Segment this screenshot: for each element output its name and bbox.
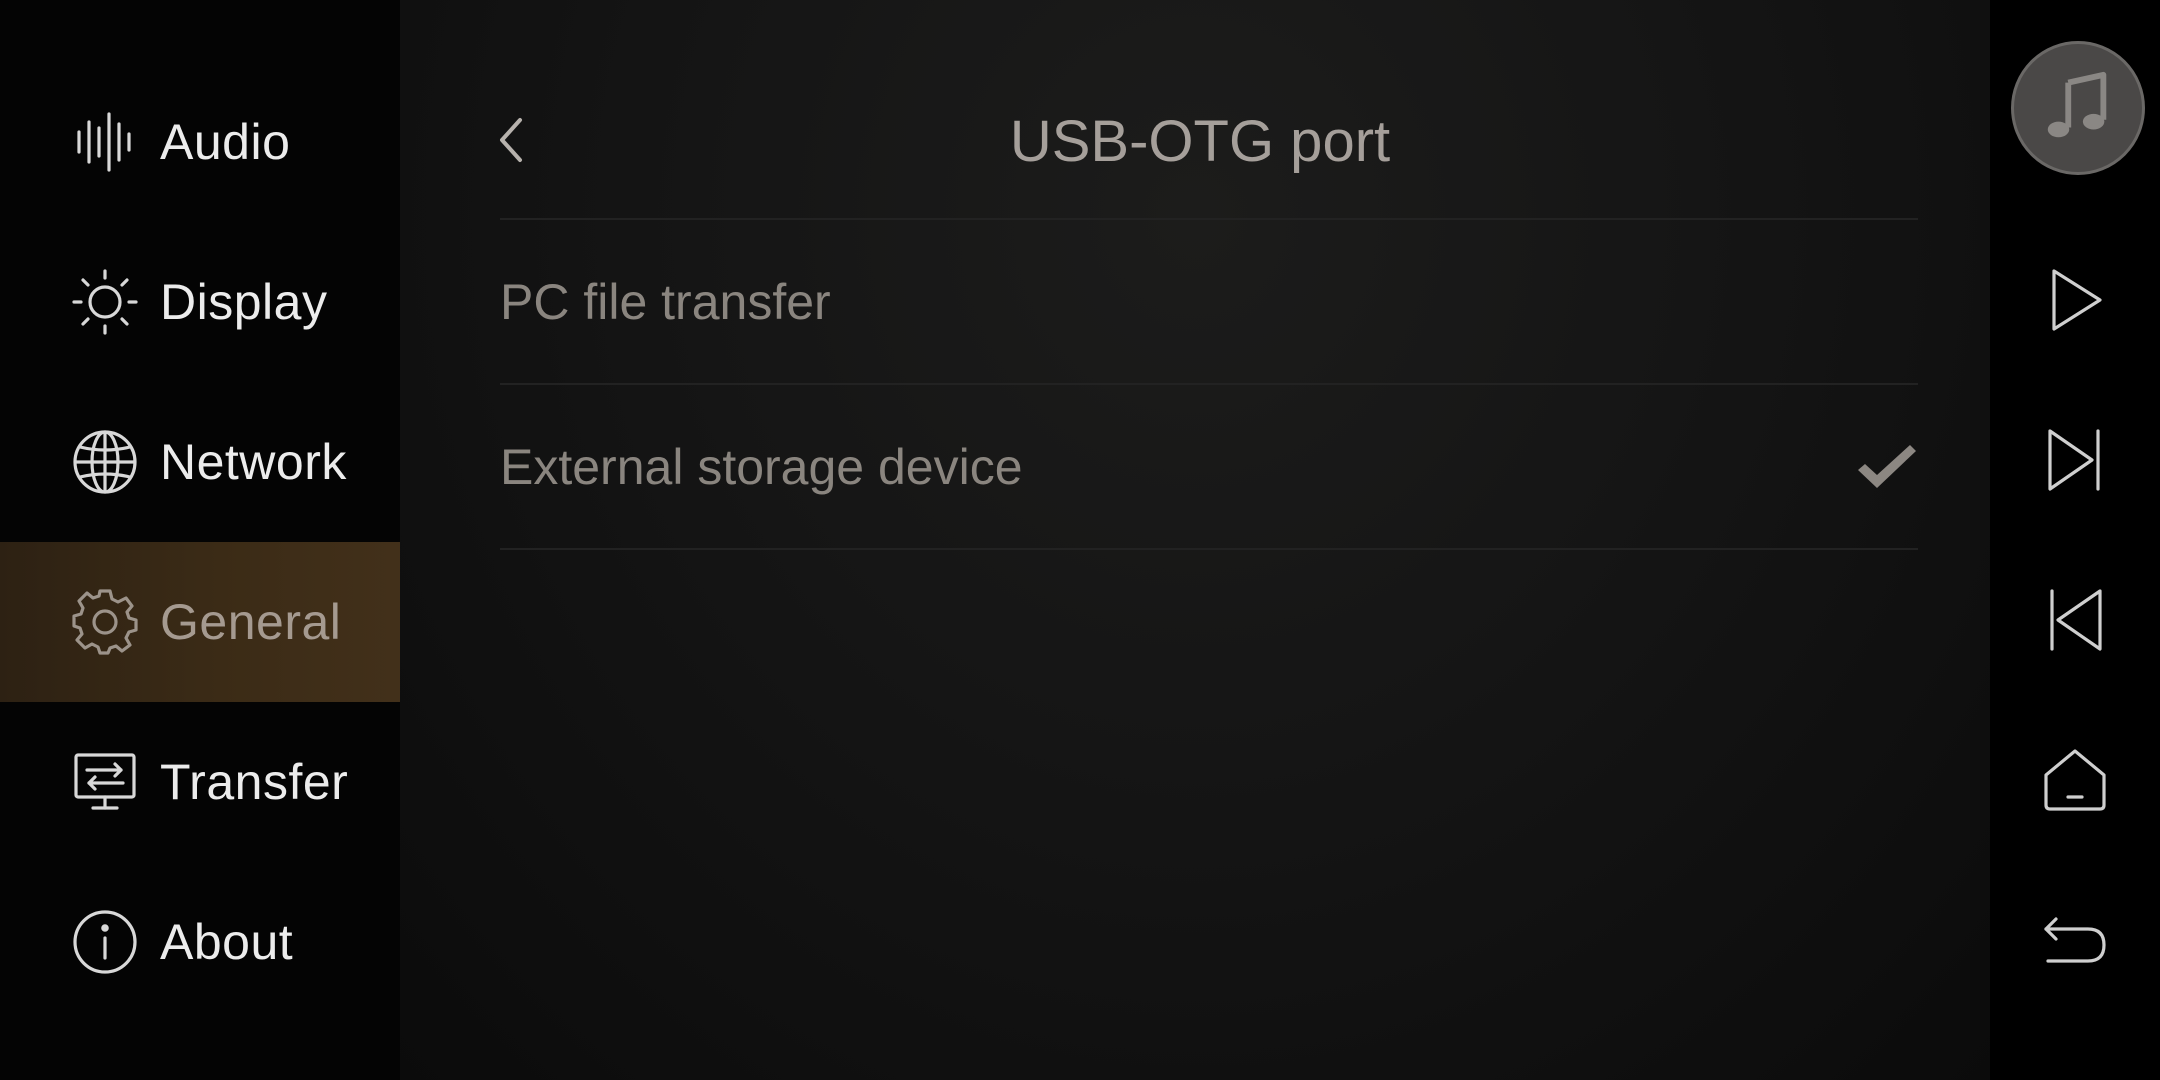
option-label: External storage device bbox=[500, 438, 1023, 495]
play-icon bbox=[2052, 269, 2102, 331]
header: USB-OTG port bbox=[400, 0, 1990, 218]
sidebar-item-label: About bbox=[160, 914, 294, 970]
music-note-icon bbox=[2047, 71, 2107, 138]
sidebar-item-label: Audio bbox=[160, 114, 291, 170]
checkmark-icon bbox=[1858, 444, 1916, 488]
sidebar-item-label: Network bbox=[160, 434, 347, 490]
option-label: PC file transfer bbox=[500, 273, 831, 330]
sidebar-item-transfer[interactable]: Transfer bbox=[0, 702, 400, 862]
screen: Audio Display Network General Transfer A… bbox=[0, 0, 2160, 1080]
play-button[interactable] bbox=[2035, 260, 2115, 340]
control-rail bbox=[1990, 0, 2160, 1080]
next-track-button[interactable] bbox=[2035, 420, 2115, 500]
sidebar-item-label: Display bbox=[160, 274, 328, 330]
gear-icon bbox=[70, 587, 140, 657]
sidebar-item-audio[interactable]: Audio bbox=[0, 62, 400, 222]
page-title: USB-OTG port bbox=[1009, 109, 1391, 174]
sidebar-item-label: Transfer bbox=[160, 754, 349, 810]
option-pc-file-transfer[interactable]: PC file transfer bbox=[500, 220, 1918, 383]
home-button[interactable] bbox=[2035, 740, 2115, 820]
home-icon bbox=[2044, 749, 2106, 811]
back-arrow-icon bbox=[2044, 917, 2106, 963]
sidebar-item-label: General bbox=[160, 594, 342, 650]
main-panel: USB-OTG port PC file transfer External s… bbox=[400, 0, 1990, 1080]
sidebar-item-network[interactable]: Network bbox=[0, 382, 400, 542]
next-track-icon bbox=[2048, 429, 2100, 491]
divider bbox=[500, 548, 1918, 550]
sidebar: Audio Display Network General Transfer A… bbox=[0, 0, 400, 1080]
previous-track-icon bbox=[2050, 589, 2102, 651]
info-icon bbox=[70, 907, 140, 977]
sidebar-item-display[interactable]: Display bbox=[0, 222, 400, 382]
now-playing-button[interactable] bbox=[2011, 41, 2145, 175]
back-button[interactable] bbox=[2035, 900, 2115, 980]
audio-waveform-icon bbox=[70, 107, 140, 177]
sun-icon bbox=[70, 267, 140, 337]
globe-icon bbox=[70, 427, 140, 497]
sidebar-item-general[interactable]: General bbox=[0, 542, 400, 702]
previous-track-button[interactable] bbox=[2035, 580, 2115, 660]
option-external-storage-device[interactable]: External storage device bbox=[500, 385, 1918, 548]
transfer-monitor-icon bbox=[70, 747, 140, 817]
sidebar-item-about[interactable]: About bbox=[0, 862, 400, 1022]
